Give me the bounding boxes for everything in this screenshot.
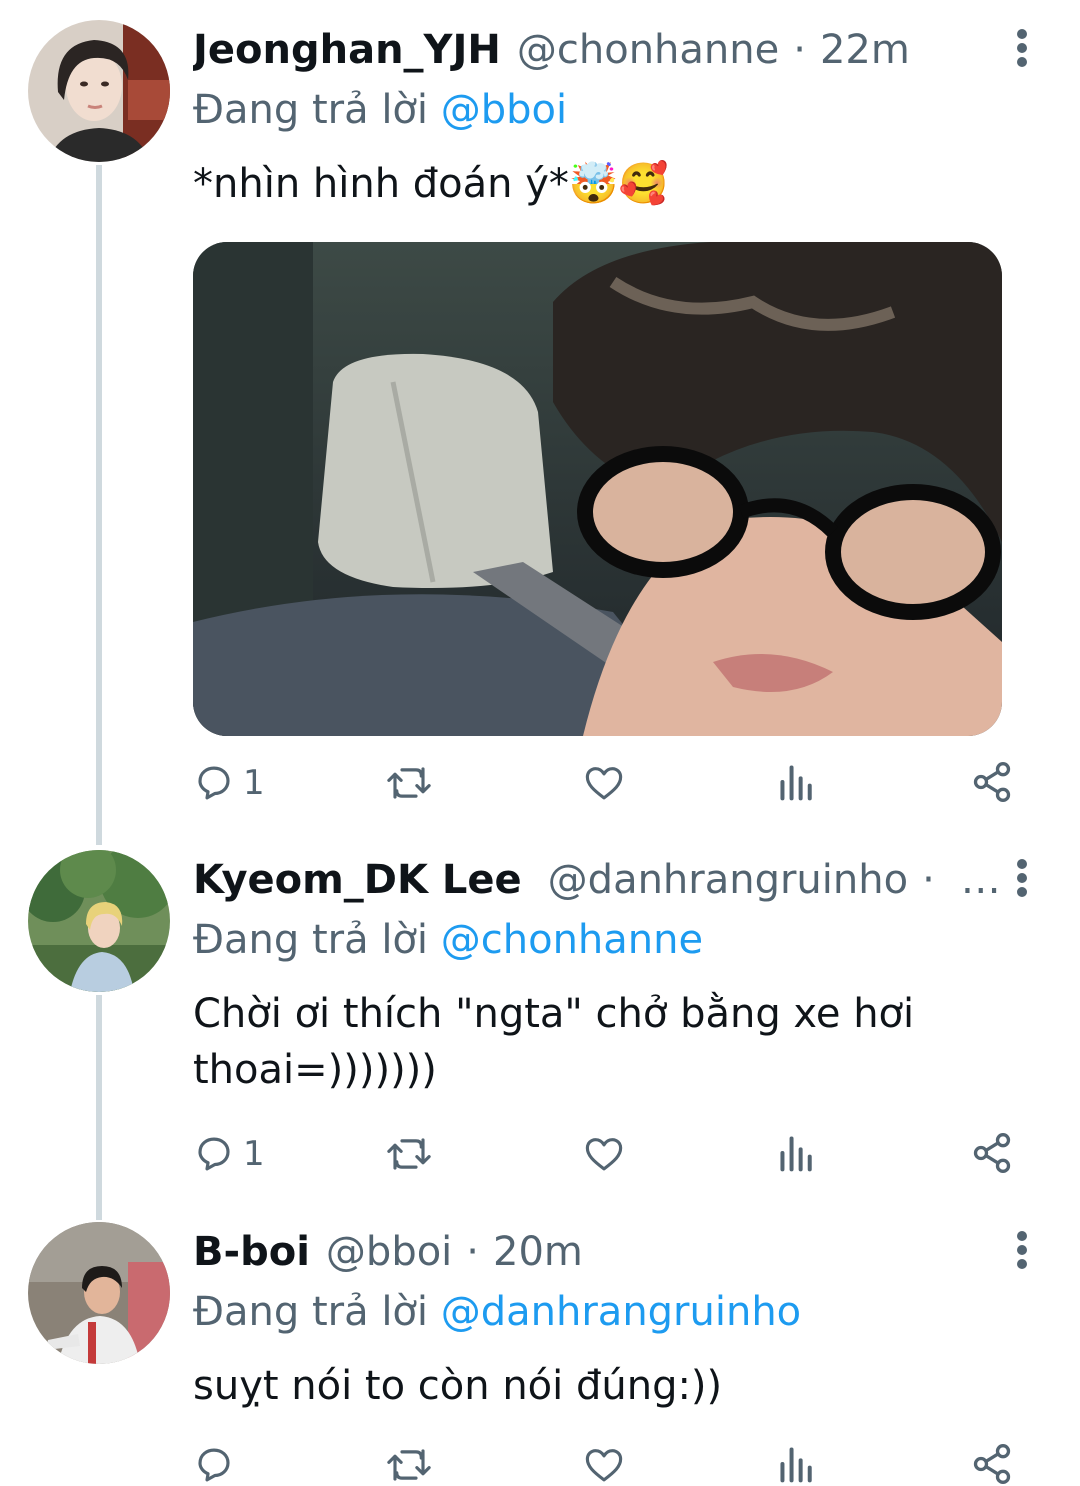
like-icon xyxy=(585,1449,623,1482)
reply-icon xyxy=(198,1137,230,1171)
tweet-text: *nhìn hình đoán ý*🤯🥰 xyxy=(193,161,669,207)
avatar[interactable] xyxy=(28,20,170,162)
display-name[interactable]: Kyeom_DK Lee xyxy=(193,860,522,900)
display-name[interactable]: Jeonghan_YJH xyxy=(193,30,501,70)
share-button[interactable] xyxy=(970,760,1014,804)
tweet-header: B-boi @bboi · 20m xyxy=(193,1222,1010,1282)
share-button[interactable] xyxy=(970,1442,1014,1486)
tweet-header: Jeonghan_YJH @chonhanne · 22m xyxy=(193,20,1010,80)
user-handle[interactable]: @bboi xyxy=(326,1232,452,1272)
thread-line xyxy=(96,995,102,1220)
timestamp[interactable]: 20m xyxy=(493,1232,583,1272)
reply-mention[interactable]: @danhrangruinho xyxy=(441,1289,801,1335)
like-button[interactable] xyxy=(582,762,626,804)
replying-prefix: Đang trả lời xyxy=(193,87,429,133)
tweet-photo[interactable] xyxy=(193,242,1002,736)
replying-prefix: Đang trả lời xyxy=(193,917,429,963)
retweet-icon xyxy=(387,1138,431,1170)
truncated-time: … xyxy=(960,857,1001,903)
views-icon xyxy=(780,765,812,801)
like-button[interactable] xyxy=(582,1133,626,1175)
replying-to: Đang trả lời @bboi xyxy=(193,82,567,138)
share-icon xyxy=(973,1444,1011,1484)
retweet-icon xyxy=(387,1449,431,1481)
retweet-icon xyxy=(387,767,431,799)
tweet-text-line: Chời ơi thích "ngta" chở bằng xe hơi xyxy=(193,991,915,1037)
reply-mention[interactable]: @bboi xyxy=(441,87,567,133)
share-button[interactable] xyxy=(970,1131,1014,1175)
reply-count: 1 xyxy=(243,763,265,803)
reply-button[interactable]: 1 xyxy=(193,762,265,804)
tweet-text: Chời ơi thích "ngta" chở bằng xe hơi tho… xyxy=(193,986,973,1098)
retweet-button[interactable] xyxy=(386,762,432,804)
reply-button[interactable] xyxy=(193,1444,235,1486)
tweet-header: Kyeom_DK Lee @danhrangruinho · … xyxy=(193,850,1010,910)
reply-button[interactable]: 1 xyxy=(193,1133,265,1175)
more-icon[interactable] xyxy=(1000,1220,1044,1280)
like-icon xyxy=(585,767,623,800)
reply-icon xyxy=(198,766,230,800)
more-icon[interactable] xyxy=(1000,848,1044,908)
timestamp[interactable]: 22m xyxy=(820,30,910,70)
views-icon xyxy=(780,1447,812,1483)
views-button[interactable] xyxy=(778,1444,816,1484)
user-handle[interactable]: @chonhanne xyxy=(517,30,779,70)
display-name[interactable]: B-boi xyxy=(193,1232,310,1272)
reply-icon xyxy=(198,1448,230,1482)
separator-dot: · xyxy=(922,857,935,903)
replying-to: Đang trả lời @chonhanne xyxy=(193,912,703,968)
retweet-button[interactable] xyxy=(386,1444,432,1486)
replying-to: Đang trả lời @danhrangruinho xyxy=(193,1284,801,1340)
separator-dot: · xyxy=(466,1229,480,1275)
like-icon xyxy=(585,1138,623,1171)
reply-count: 1 xyxy=(243,1134,265,1174)
views-icon xyxy=(780,1136,812,1172)
thread-line xyxy=(96,165,102,845)
avatar[interactable] xyxy=(28,850,170,992)
retweet-button[interactable] xyxy=(386,1133,432,1175)
share-icon xyxy=(973,762,1011,802)
tweet-text-line: thoai=))))))) xyxy=(193,1047,437,1093)
user-handle[interactable]: @danhrangruinho xyxy=(548,860,908,900)
share-icon xyxy=(973,1133,1011,1173)
avatar[interactable] xyxy=(28,1222,170,1364)
views-button[interactable] xyxy=(778,762,816,802)
replying-prefix: Đang trả lời xyxy=(193,1289,429,1335)
separator-dot: · xyxy=(793,27,806,73)
more-icon[interactable] xyxy=(1000,18,1044,78)
reply-mention[interactable]: @chonhanne xyxy=(441,917,703,963)
like-button[interactable] xyxy=(582,1444,626,1486)
views-button[interactable] xyxy=(778,1133,816,1173)
tweet-text: suỵt nói to còn nói đúng:)) xyxy=(193,1363,723,1409)
